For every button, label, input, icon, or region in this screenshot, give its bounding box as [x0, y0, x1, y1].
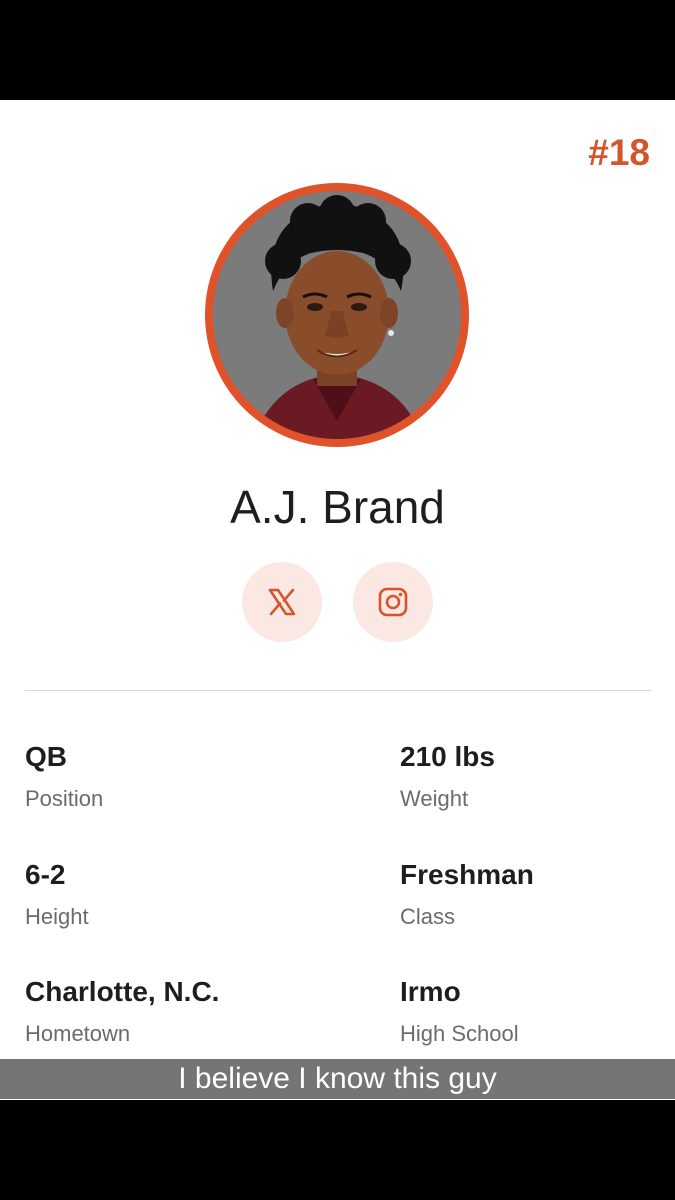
stat-label: Class [400, 904, 456, 929]
stat-label: Weight [400, 786, 469, 811]
player-photo-illustration [213, 191, 461, 439]
stat-value: Charlotte, N.C. [25, 976, 220, 1007]
stat-class: Freshman Class [400, 858, 675, 930]
jersey-number: #18 [588, 132, 650, 173]
stat-value: 6-2 [25, 859, 66, 890]
stat-high-school: Irmo High School [400, 975, 675, 1047]
player-avatar [205, 183, 469, 447]
stat-label: High School [400, 1021, 519, 1046]
stat-label: Position [25, 786, 104, 811]
instagram-icon [378, 587, 408, 617]
stat-label: Hometown [25, 1021, 131, 1046]
stat-value: Irmo [400, 976, 461, 1007]
player-name: A.J. Brand [230, 481, 445, 533]
player-card: #18 A.J. Brand QB Position 210 lbs Weigh… [0, 100, 675, 1100]
stat-position: QB Position [25, 740, 325, 812]
x-social-button[interactable] [242, 562, 322, 642]
stat-value: 210 lbs [400, 741, 495, 772]
stat-value: QB [25, 741, 67, 772]
x-logo-icon [268, 588, 296, 616]
story-caption: I believe I know this guy [0, 1059, 675, 1099]
instagram-social-button[interactable] [353, 562, 433, 642]
player-photo [213, 191, 461, 439]
stat-hometown: Charlotte, N.C. Hometown [25, 975, 325, 1047]
stat-weight: 210 lbs Weight [400, 740, 675, 812]
stat-label: Height [25, 904, 89, 929]
stat-height: 6-2 Height [25, 858, 325, 930]
section-divider [25, 690, 651, 691]
stat-value: Freshman [400, 859, 534, 890]
top-black-bar [0, 0, 675, 100]
